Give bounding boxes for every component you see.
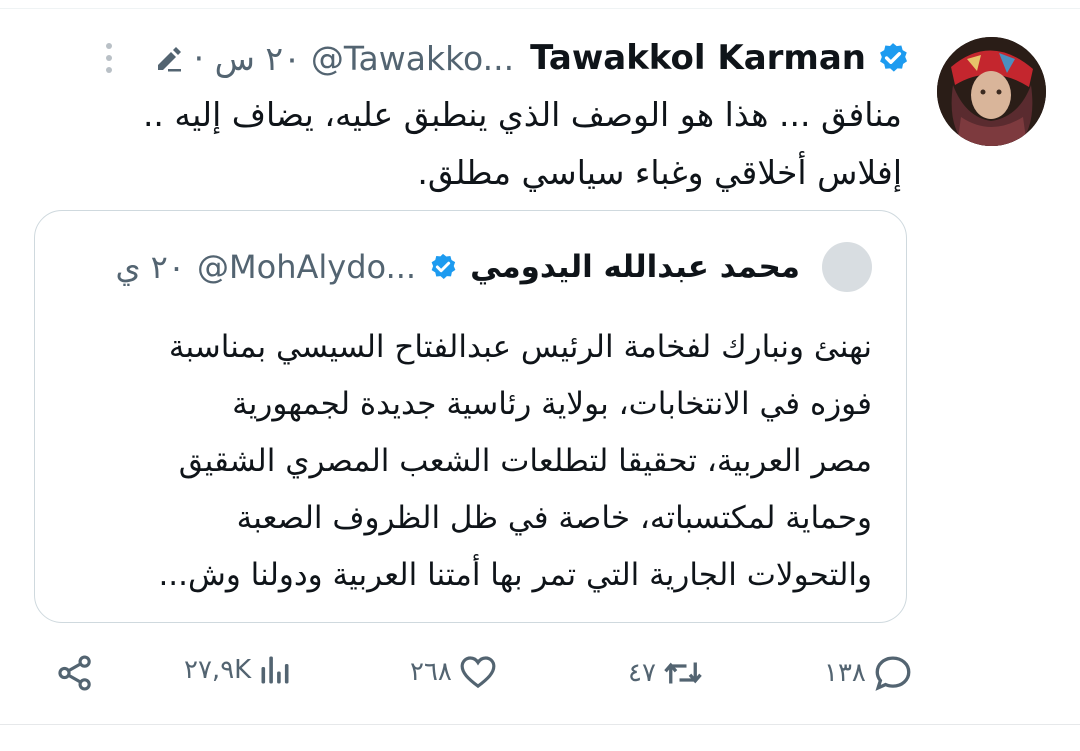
tweet-text-line: منافق ... هذا هو الوصف الذي ينطبق عليه، …: [142, 95, 902, 134]
action-bar: ٢٧,٩K ٢٦٨ ٤٧ ١٣٨: [0, 644, 1080, 704]
share-button[interactable]: [54, 652, 96, 694]
quote-text: نهنئ ونبارك لفخامة الرئيس عبدالفتاح السي…: [52, 319, 872, 604]
author-name[interactable]: Tawakkol Karman: [530, 38, 866, 78]
retweet-button[interactable]: ٤٧: [628, 652, 704, 694]
edit-icon: [157, 47, 181, 72]
reply-icon: [875, 656, 911, 691]
quote-text-line: فوزه في الانتخابات، بولاية رئاسية جديدة …: [232, 386, 872, 422]
author-handle[interactable]: @Tawakko...: [311, 39, 514, 78]
like-button[interactable]: ٢٦٨: [410, 652, 498, 692]
retweet-icon: [664, 662, 702, 684]
tweet-text: منافق ... هذا هو الوصف الذي ينطبق عليه، …: [102, 86, 902, 202]
tweet-timestamp[interactable]: ٢٠ س ·: [194, 39, 301, 78]
views-count: ٢٧,٩K: [184, 655, 252, 685]
share-icon: [58, 655, 91, 691]
quote-text-line: نهنئ ونبارك لفخامة الرئيس عبدالفتاح السي…: [168, 329, 872, 365]
quote-timestamp: ٢٠ ي: [115, 248, 186, 286]
quote-text-line: مصر العربية، تحقيقا لتطلعات الشعب المصري…: [178, 443, 872, 479]
retweets-count: ٤٧: [628, 658, 656, 688]
views-button[interactable]: ٢٧,٩K: [184, 652, 293, 688]
bottom-divider: [0, 724, 1080, 725]
reply-button[interactable]: ١٣٨: [824, 652, 914, 694]
quote-author-name: محمد عبدالله اليدومي: [470, 249, 800, 285]
quote-text-line: وحماية لمكتسباته، خاصة في ظل الظروف الصع…: [236, 500, 872, 536]
verified-badge-icon: [880, 43, 908, 72]
quote-header: ٢٠ ي @MohAlydo... محمد عبدالله اليدومي: [115, 242, 872, 292]
author-avatar[interactable]: [937, 37, 1046, 146]
more-icon[interactable]: [100, 38, 118, 78]
quote-handle: @MohAlydo...: [197, 248, 417, 286]
replies-count: ١٣٨: [824, 658, 866, 688]
quoted-tweet-card[interactable]: ٢٠ ي @MohAlydo... محمد عبدالله اليدومي ن…: [34, 210, 907, 623]
quote-avatar: [822, 242, 872, 292]
tweet-text-line: إفلاس أخلاقي وغباء سياسي مطلق.: [417, 153, 902, 192]
tweet-header: ٢٠ س · @Tawakko... Tawakkol Karman: [100, 30, 910, 86]
verified-badge-icon: [431, 253, 456, 279]
views-icon: [261, 656, 289, 684]
top-divider: [0, 8, 1080, 9]
like-icon: [460, 656, 496, 689]
quote-text-line: والتحولات الجارية التي تمر بها أمتنا الع…: [158, 557, 872, 593]
likes-count: ٢٦٨: [410, 657, 452, 687]
